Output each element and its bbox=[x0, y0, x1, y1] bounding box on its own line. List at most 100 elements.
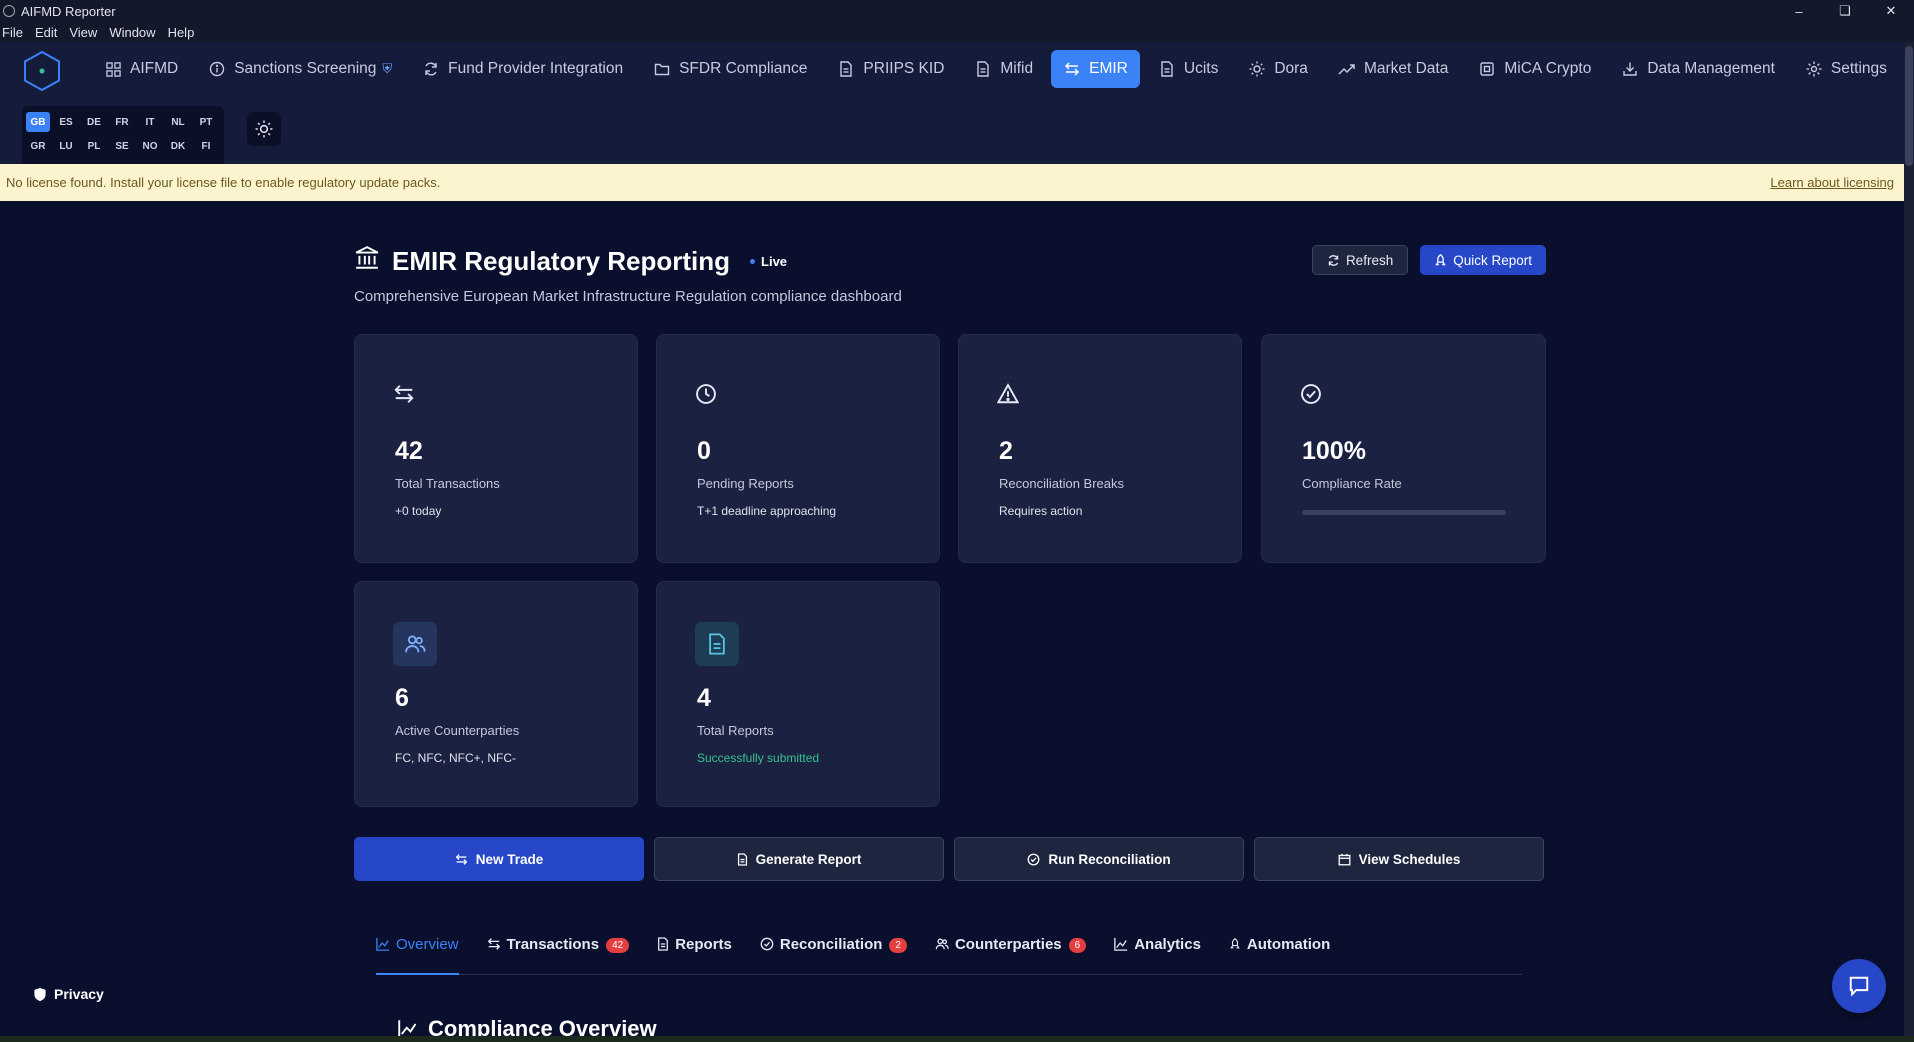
taskbar-strip bbox=[0, 1036, 1914, 1042]
transactions-count-badge: 42 bbox=[606, 938, 630, 953]
tab-reconciliation[interactable]: Reconciliation 2 bbox=[760, 930, 907, 975]
stat-subtext: +0 today bbox=[395, 504, 442, 518]
stat-card-total-reports[interactable]: 4 Total Reports Successfully submitted bbox=[656, 581, 940, 807]
minimize-icon[interactable]: – bbox=[1776, 0, 1822, 22]
stat-value: 6 bbox=[395, 684, 409, 712]
nav-mica-crypto[interactable]: MiCA Crypto bbox=[1466, 50, 1603, 88]
live-status-badge: Live bbox=[750, 254, 787, 269]
restore-icon[interactable]: ❏ bbox=[1822, 0, 1868, 22]
arrows-icon bbox=[393, 383, 417, 407]
stat-card-total-transactions[interactable]: 42 Total Transactions +0 today bbox=[354, 334, 638, 563]
theme-toggle-button[interactable] bbox=[247, 112, 281, 146]
quick-actions: New Trade Generate Report Run Reconcilia… bbox=[354, 837, 1546, 881]
vertical-scrollbar[interactable] bbox=[1904, 42, 1914, 1042]
nav-market-data[interactable]: Market Data bbox=[1326, 50, 1460, 88]
generate-report-button[interactable]: Generate Report bbox=[654, 837, 944, 881]
stat-value: 4 bbox=[697, 684, 711, 712]
lang-gb[interactable]: GB bbox=[26, 112, 50, 132]
lang-fi[interactable]: FI bbox=[194, 136, 218, 156]
nav-aifmd[interactable]: AIFMD bbox=[92, 50, 190, 88]
stat-subtext: FC, NFC, NFC+, NFC- bbox=[395, 751, 516, 765]
tab-counterparties[interactable]: Counterparties 6 bbox=[935, 930, 1087, 975]
stat-label: Reconciliation Breaks bbox=[999, 476, 1125, 491]
arrows-icon bbox=[487, 937, 501, 951]
window-title: AIFMD Reporter bbox=[21, 3, 116, 19]
lang-es[interactable]: ES bbox=[54, 112, 78, 132]
nav-mifid[interactable]: Mifid bbox=[962, 50, 1045, 88]
stat-value: 100% bbox=[1302, 437, 1366, 465]
header-actions: Refresh Quick Report bbox=[1311, 245, 1546, 275]
stat-label: Pending Reports bbox=[697, 476, 794, 491]
lang-pl[interactable]: PL bbox=[82, 136, 106, 156]
lang-de[interactable]: DE bbox=[82, 112, 106, 132]
nav-data-management[interactable]: Data Management bbox=[1609, 50, 1787, 88]
refresh-button[interactable]: Refresh bbox=[1311, 245, 1409, 275]
calendar-icon bbox=[1338, 853, 1351, 866]
nav-fund-provider-integration[interactable]: Fund Provider Integration bbox=[410, 50, 635, 88]
clock-icon bbox=[695, 383, 719, 407]
privacy-link[interactable]: Privacy bbox=[34, 986, 104, 1002]
download-icon bbox=[1621, 60, 1639, 78]
stat-card-active-counterparties[interactable]: 6 Active Counterparties FC, NFC, NFC+, N… bbox=[354, 581, 638, 807]
tab-analytics[interactable]: Analytics bbox=[1114, 930, 1201, 975]
stat-card-compliance-rate[interactable]: 100% Compliance Rate bbox=[1261, 334, 1546, 563]
stat-value: 2 bbox=[999, 437, 1013, 465]
stat-label: Active Counterparties bbox=[395, 723, 520, 738]
users-icon bbox=[935, 937, 949, 951]
users-icon bbox=[393, 622, 437, 666]
license-message: No license found. Install your license f… bbox=[6, 175, 441, 190]
arrows-icon bbox=[455, 853, 468, 866]
scrollbar-thumb[interactable] bbox=[1905, 46, 1913, 166]
chat-button[interactable] bbox=[1832, 959, 1886, 1013]
nav-settings[interactable]: Settings bbox=[1793, 50, 1899, 88]
chip-icon bbox=[1478, 60, 1496, 78]
new-trade-button[interactable]: New Trade bbox=[354, 837, 644, 881]
app-logo-icon[interactable] bbox=[21, 50, 63, 92]
sun-icon bbox=[255, 120, 273, 138]
lang-se[interactable]: SE bbox=[110, 136, 134, 156]
refresh-icon bbox=[422, 60, 440, 78]
nav-emir[interactable]: EMIR bbox=[1051, 50, 1140, 88]
stat-card-reconciliation-breaks[interactable]: 2 Reconciliation Breaks Requires action bbox=[958, 334, 1242, 563]
menu-help[interactable]: Help bbox=[168, 25, 195, 40]
view-schedules-button[interactable]: View Schedules bbox=[1254, 837, 1544, 881]
live-dot bbox=[750, 259, 756, 264]
close-icon[interactable]: ✕ bbox=[1868, 0, 1914, 22]
compliance-progress-bar bbox=[1302, 510, 1506, 515]
quick-report-button[interactable]: Quick Report bbox=[1420, 245, 1546, 275]
lang-pt[interactable]: PT bbox=[194, 112, 218, 132]
page-header: EMIR Regulatory Reporting Live Comprehen… bbox=[354, 245, 1546, 305]
shield-icon: ⛨ bbox=[382, 61, 393, 76]
nav-sanctions-screening[interactable]: Sanctions Screening ⛨ bbox=[196, 50, 404, 88]
app-header: AIFMD Sanctions Screening ⛨ Fund Provide… bbox=[0, 42, 1904, 198]
nav-priips-kid[interactable]: PRIIPS KID bbox=[825, 50, 956, 88]
menu-window[interactable]: Window bbox=[109, 25, 155, 40]
lang-nl[interactable]: NL bbox=[166, 112, 190, 132]
lang-fr[interactable]: FR bbox=[110, 112, 134, 132]
tab-automation[interactable]: Automation bbox=[1229, 930, 1330, 975]
nav-dora[interactable]: Dora bbox=[1236, 50, 1320, 88]
run-reconciliation-button[interactable]: Run Reconciliation bbox=[954, 837, 1244, 881]
learn-licensing-link[interactable]: Learn about licensing bbox=[1770, 175, 1894, 190]
window-controls: – ❏ ✕ bbox=[1776, 0, 1914, 22]
lang-dk[interactable]: DK bbox=[166, 136, 190, 156]
lang-lu[interactable]: LU bbox=[54, 136, 78, 156]
lang-no[interactable]: NO bbox=[138, 136, 162, 156]
nav-sfdr-compliance[interactable]: SFDR Compliance bbox=[641, 50, 819, 88]
chart-line-icon bbox=[376, 937, 390, 951]
nav-ucits[interactable]: Ucits bbox=[1146, 50, 1230, 88]
menu-edit[interactable]: Edit bbox=[35, 25, 57, 40]
check-circle-icon bbox=[1027, 853, 1040, 866]
grid-icon bbox=[104, 60, 122, 78]
menu-file[interactable]: File bbox=[2, 25, 23, 40]
stat-card-pending-reports[interactable]: 0 Pending Reports T+1 deadline approachi… bbox=[656, 334, 940, 563]
gear-icon bbox=[1805, 60, 1823, 78]
tab-overview[interactable]: Overview bbox=[376, 930, 459, 975]
lang-gr[interactable]: GR bbox=[26, 136, 50, 156]
tab-reports[interactable]: Reports bbox=[657, 930, 732, 975]
menu-view[interactable]: View bbox=[69, 25, 97, 40]
tab-transactions[interactable]: Transactions 42 bbox=[487, 930, 630, 975]
lang-it[interactable]: IT bbox=[138, 112, 162, 132]
check-circle-icon bbox=[1300, 383, 1324, 407]
refresh-icon bbox=[1327, 254, 1340, 267]
